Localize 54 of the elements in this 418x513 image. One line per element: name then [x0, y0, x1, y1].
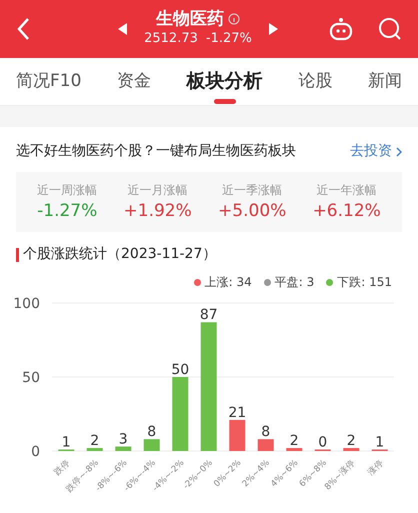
bar-value: 8	[147, 424, 156, 440]
stat-value: +6.12%	[312, 200, 381, 223]
tab[interactable]: 资金	[113, 58, 156, 105]
stat-value: +5.00%	[218, 200, 286, 223]
bar-value: 1	[375, 434, 384, 450]
bar	[343, 448, 360, 451]
bar-value: 2	[90, 433, 100, 450]
bar	[144, 439, 160, 451]
category-label: 跌停	[52, 458, 72, 478]
stat-label: 近一年涨幅	[316, 182, 377, 199]
bar-value: 8	[261, 424, 270, 440]
section-marker	[16, 248, 19, 262]
axis-label: 0	[31, 444, 40, 460]
section-title: 个股涨跌统计（2023-11-27）	[23, 245, 216, 264]
axis-label: 100	[13, 296, 40, 312]
tab[interactable]: 新闻	[364, 58, 406, 105]
chevron-right-icon	[396, 146, 402, 156]
sector-price: 2512.73	[144, 30, 198, 48]
category-label: 涨停	[366, 458, 386, 478]
legend-label: 上涨: 34	[204, 274, 252, 291]
promo-text: 选不好生物医药个股？一键布局生物医药板块	[16, 142, 296, 161]
tab[interactable]: 板块分析	[182, 58, 267, 105]
sector-change: -1.27%	[206, 30, 252, 48]
bar-value: 3	[118, 432, 128, 448]
stat-value: -1.27%	[37, 200, 98, 223]
back-icon[interactable]	[16, 17, 32, 41]
tab[interactable]: 论股	[294, 58, 336, 105]
bar-value: 2	[290, 433, 299, 450]
info-icon[interactable]	[228, 13, 240, 25]
axis-label: 50	[22, 370, 40, 386]
robot-icon[interactable]	[328, 17, 354, 41]
previous-icon[interactable]	[118, 23, 128, 35]
bar-value: 0	[318, 434, 328, 450]
bar-value: 1	[62, 434, 71, 450]
tab[interactable]: 简况F10	[12, 58, 86, 105]
bar-value: 21	[228, 404, 246, 421]
next-icon[interactable]	[268, 23, 278, 35]
bar-value: 50	[171, 362, 190, 378]
sector-title: 生物医药	[156, 9, 224, 29]
stat-label: 近一季涨幅	[222, 182, 282, 199]
bar	[258, 439, 274, 451]
legend-label: 平盘: 3	[274, 274, 314, 291]
stat-value: +1.92%	[124, 200, 192, 223]
search-icon[interactable]	[378, 17, 402, 41]
stat-label: 近一月涨幅	[128, 182, 188, 199]
bar	[286, 448, 302, 451]
invest-link[interactable]: 去投资	[350, 141, 402, 162]
bar	[86, 448, 103, 451]
bar	[229, 420, 246, 451]
stat-label: 近一周涨幅	[37, 182, 98, 199]
bar-value: 2	[346, 433, 356, 450]
bar	[115, 446, 132, 451]
legend-label: 下跌: 151	[337, 274, 392, 291]
bar-value: 87	[200, 307, 218, 324]
